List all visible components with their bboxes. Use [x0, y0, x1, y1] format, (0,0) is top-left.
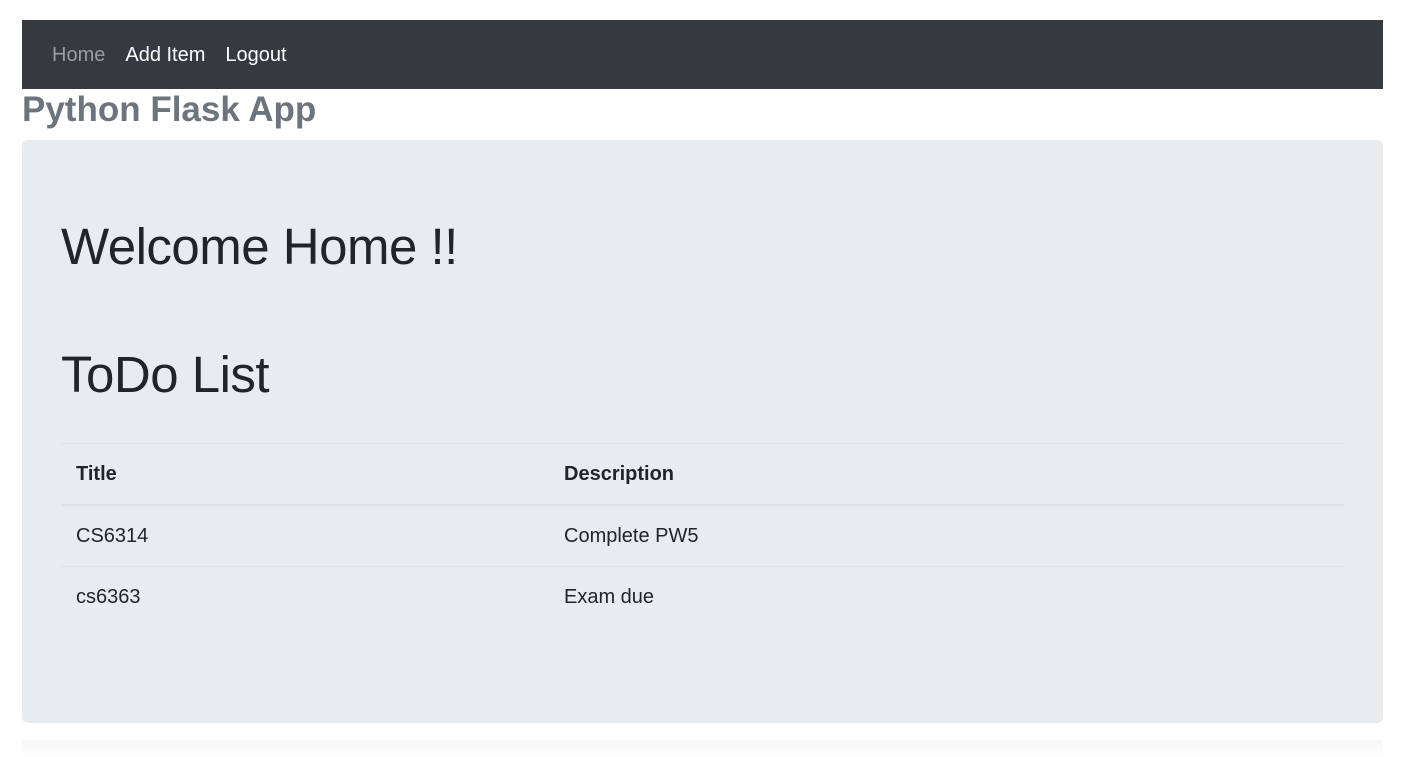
- nav-logout-link[interactable]: Logout: [225, 45, 286, 65]
- table-row: CS6314 Complete PW5: [61, 504, 1344, 567]
- todo-list-heading: ToDo List: [61, 346, 270, 403]
- page: Home Add Item Logout Python Flask App We…: [0, 0, 1405, 757]
- table-row: cs6363 Exam due: [61, 566, 1344, 627]
- todo-title-cell: cs6363: [61, 566, 549, 627]
- nav-add-item-link[interactable]: Add Item: [125, 45, 205, 65]
- todo-title-cell: CS6314: [61, 504, 549, 567]
- top-navbar: Home Add Item Logout: [22, 20, 1383, 89]
- nav-home-link[interactable]: Home: [52, 45, 105, 65]
- column-header-title: Title: [61, 443, 549, 506]
- column-header-description: Description: [549, 443, 1344, 506]
- footer-shadow: [22, 740, 1383, 757]
- welcome-heading: Welcome Home !!: [61, 218, 458, 275]
- app-title: Python Flask App: [22, 90, 317, 129]
- table-header-row: Title Description: [61, 443, 1344, 506]
- todo-description-cell: Exam due: [549, 566, 1344, 627]
- todo-description-cell: Complete PW5: [549, 504, 1344, 567]
- content-panel: Welcome Home !! ToDo List Title Descript…: [22, 140, 1383, 723]
- todo-table: Title Description CS6314 Complete PW5 cs…: [61, 443, 1344, 627]
